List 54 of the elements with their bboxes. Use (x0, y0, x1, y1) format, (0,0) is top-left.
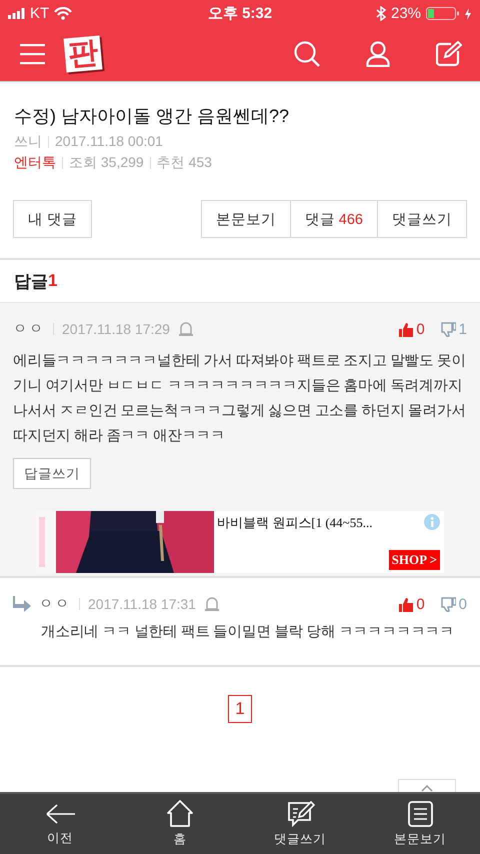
search-icon (294, 41, 320, 67)
bell-icon (204, 596, 220, 612)
author-name: ㅇㅇ (13, 320, 45, 338)
menu-icon (20, 42, 45, 66)
reply-button[interactable]: 답글쓰기 (13, 458, 91, 489)
post-title: 수정) 남자아이돌 앵간 음원쎈데?? (14, 105, 290, 128)
nav-tab[interactable]: 본문보기 (360, 794, 480, 854)
nav-tab[interactable]: 댓글쓰기 (240, 794, 360, 854)
carrier-name: KT (30, 5, 50, 22)
nav-tab[interactable]: 이전 (0, 794, 120, 854)
edit-icon (436, 41, 462, 67)
nav-button[interactable]: 본문보기 (200, 200, 291, 238)
bluetooth-icon (376, 6, 386, 21)
user-icon (366, 41, 390, 67)
recommend-count: 추천 453 (156, 153, 212, 172)
thumbs-up-icon (398, 322, 414, 336)
my-comments-button[interactable]: 내 댓글 (13, 200, 92, 238)
battery-icon (426, 7, 460, 20)
document-icon (408, 800, 432, 826)
clock-time: 오후 5:32 (208, 4, 272, 23)
info-icon (424, 514, 440, 530)
like-count[interactable]: 0 (416, 320, 425, 338)
comment-date: 2017.11.18 17:29 (62, 321, 170, 337)
home-icon (167, 800, 193, 827)
category-link[interactable]: 엔터톡 (14, 152, 56, 173)
bell-icon (178, 322, 194, 336)
view-count: 조회 35,299 (69, 153, 144, 172)
nav-button[interactable]: 댓글쓰기 (378, 200, 467, 238)
ad-banner[interactable]: 바비블랙 원피스[1 (44~55... SHOP > (36, 511, 444, 573)
reply-arrow-icon (13, 596, 31, 612)
charging-icon (464, 8, 472, 20)
page-link[interactable]: 1 (228, 695, 252, 723)
thumbs-down-icon (440, 322, 456, 336)
comment-edit-icon (286, 800, 314, 827)
nav-button[interactable]: 댓글 466 (290, 200, 378, 238)
nav-tab[interactable]: 홈 (120, 794, 240, 854)
like-count[interactable]: 0 (416, 596, 425, 612)
app-logo[interactable]: 판 (64, 36, 102, 72)
thumbs-down-icon (440, 596, 456, 612)
author-name: 쓰니 (14, 132, 42, 151)
author-name: ㅇㅇ (39, 595, 71, 613)
thumbs-up-icon (398, 596, 414, 612)
post-date: 2017.11.18 00:01 (55, 132, 163, 151)
caret-icon (421, 785, 433, 792)
comment-text: 에리들ㅋㅋㅋㅋㅋㅋㅋ널한테 가서 따져봐야 팩트로 조지고 말빨도 못이기니 여기서만 ㅂㄷㅂㄷ ㅋㅋㅋㅋㅋㅋㅋㅋㅋ지들은 홈마에 독려계까지 나서서 ㅈㄹ인건 모르는척ㅋㅋㅋ그렇게 싫으면 고소를 하던지 몰려가서 따지던지 해라 좀ㅋㅋ 애잔ㅋㅋㅋ (13, 352, 467, 446)
ad-title[interactable]: 바비블랙 원피스[1 (44~55... (217, 514, 372, 532)
comment-date: 2017.11.18 17:31 (88, 596, 196, 612)
comment-text: 개소리네 ㅋㅋ 널한테 팩트 들이밀면 블락 당해 ㅋㅋㅋㅋㅋㅋㅋㅋ (41, 623, 455, 642)
battery-percent: 23% (390, 5, 422, 22)
signal-icon (8, 8, 25, 19)
back-arrow-icon (45, 802, 75, 826)
shop-button[interactable]: SHOP > (388, 550, 440, 570)
wifi-icon (54, 7, 72, 20)
scroll-top-button[interactable] (398, 779, 456, 792)
